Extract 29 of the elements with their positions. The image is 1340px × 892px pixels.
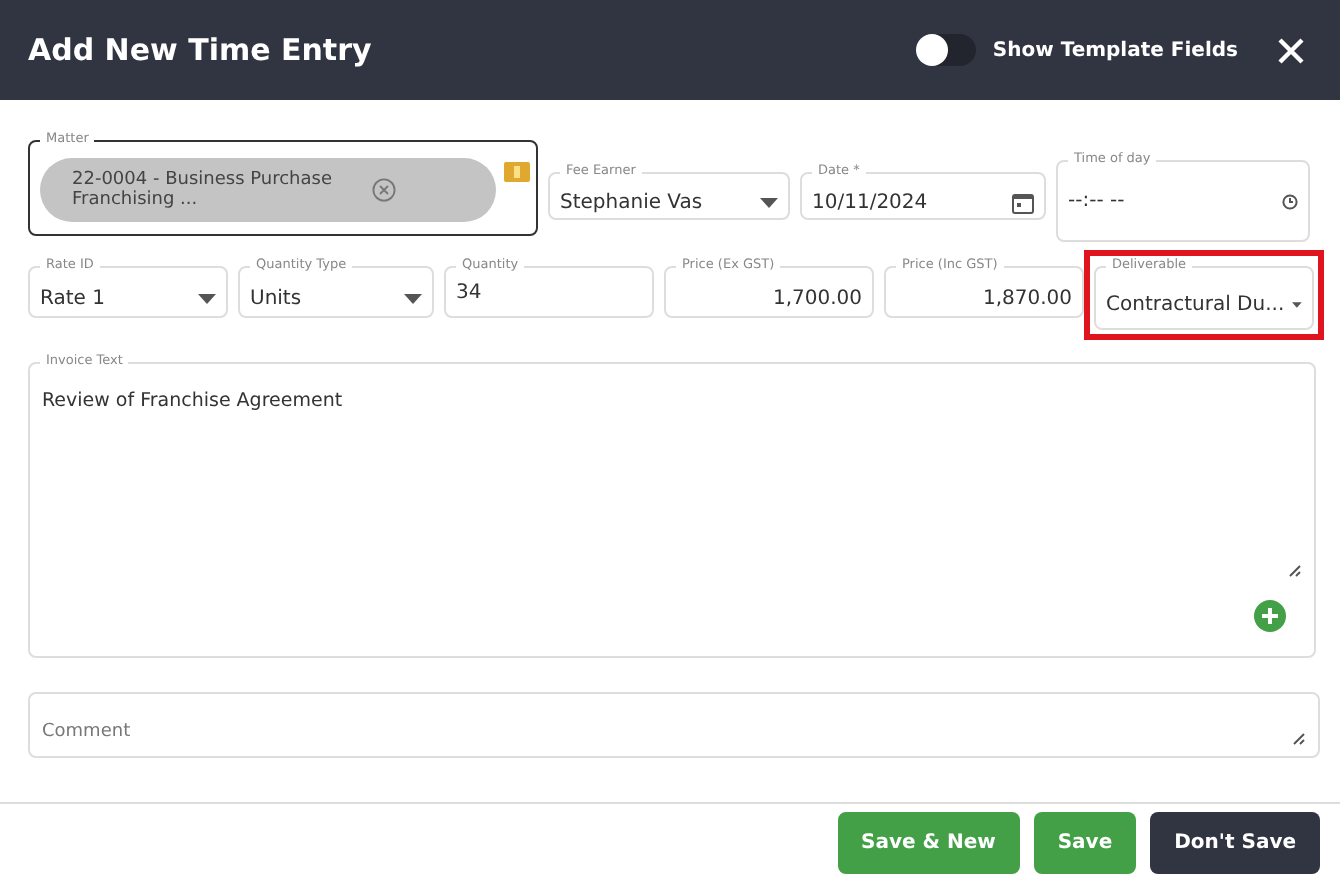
cancel-button[interactable]: Don't Save xyxy=(1150,812,1320,874)
template-toggle[interactable] xyxy=(916,34,977,66)
select-value: Contractural Du... xyxy=(1106,293,1285,315)
resize-handle-icon[interactable] xyxy=(1292,732,1306,746)
comment-placeholder: Comment xyxy=(42,722,131,742)
matter-chip[interactable]: 22-0004 - Business Purchase Franchising ... xyxy=(40,158,496,222)
dialog-title: Add New Time Entry xyxy=(28,32,374,68)
price-value: 1,870.00 xyxy=(980,287,1072,309)
calendar-icon[interactable] xyxy=(1012,191,1034,213)
select-value: Units xyxy=(250,287,304,309)
time-value: --:-- -- xyxy=(1068,190,1127,212)
caret-icon xyxy=(404,293,422,303)
caret-icon xyxy=(198,293,216,303)
caret-icon xyxy=(1292,299,1302,309)
matter-value: 22-0004 - Business Purchase Franchising ... xyxy=(72,169,334,211)
add-icon[interactable] xyxy=(1254,600,1286,632)
close-button[interactable] xyxy=(1278,37,1304,63)
select-value: Stephanie Vas xyxy=(560,191,705,213)
invoice-text-value: Review of Franchise Agreement xyxy=(42,390,343,412)
resize-handle-icon[interactable] xyxy=(1288,564,1302,578)
caret-icon xyxy=(760,197,778,207)
select-value: Rate 1 xyxy=(40,287,107,309)
date-value: 10/11/2024 xyxy=(812,191,930,213)
clear-icon[interactable] xyxy=(372,178,396,202)
price-value: 1,700.00 xyxy=(770,287,862,309)
toggle-label: Show Template Fields xyxy=(992,39,1238,61)
clock-icon[interactable] xyxy=(1282,194,1298,210)
quantity-value: 34 xyxy=(456,282,484,304)
comment-field[interactable]: Comment xyxy=(28,692,1320,758)
